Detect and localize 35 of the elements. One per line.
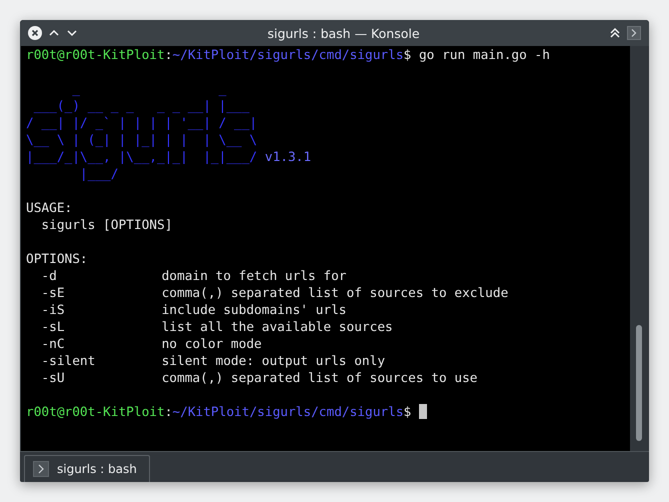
ascii-art-line: _ _: [71, 82, 226, 97]
ascii-art-line: / __| |/ _` | | | | '__| / __|: [26, 116, 258, 131]
terminal-tab[interactable]: sigurls : bash: [24, 455, 150, 482]
option-name: -silent: [41, 354, 96, 369]
option-name: -sE: [41, 286, 65, 301]
ascii-art-line: ___(_) __ _ _ _ _ __| |___: [32, 99, 250, 114]
command-line: r00t@r00t-KitPloit:~/KitPloit/sigurls/cmd/sigurls$ go run main.go -h: [26, 47, 551, 64]
prompt-line: r00t@r00t-KitPloit:~/KitPloit/sigurls/cmd/sigurls$: [26, 405, 412, 420]
window-title: sigurls : bash — Konsole: [266, 26, 421, 40]
scrollbar-thumb[interactable]: [636, 325, 642, 441]
option-name: -sU: [41, 371, 65, 386]
usage-text: sigurls [OPTIONS]: [41, 218, 172, 233]
options-heading: OPTIONS:: [26, 251, 89, 268]
version-text: v1.3.1: [264, 150, 312, 165]
option-description: domain to fetch urls for: [162, 268, 346, 285]
double-caret-up-icon[interactable]: [609, 27, 621, 39]
ascii-art-line: \__ \ | (_| | |_| | | | \__ \: [26, 133, 258, 148]
option-description: include subdomains' urls: [162, 302, 346, 319]
option-description: list all the available sources: [162, 319, 393, 336]
scrollbar[interactable]: [630, 46, 648, 451]
close-icon[interactable]: [28, 26, 42, 40]
option-name: -d: [41, 269, 57, 284]
option-description: silent mode: output urls only: [162, 353, 386, 370]
ascii-art-line: |___/: [78, 167, 118, 182]
usage-heading: USAGE:: [26, 200, 74, 217]
option-description: no color mode: [162, 336, 262, 353]
option-description: comma(,) separated list of sources to use: [162, 370, 478, 387]
ascii-art-line: |___/_|\__, |\__,_|_| |_|___/: [26, 150, 258, 165]
option-description: comma(,) separated list of sources to exclude: [162, 285, 508, 302]
option-name: -iS: [41, 303, 65, 318]
option-name: -nC: [41, 337, 65, 352]
terminal-prompt-icon: [33, 461, 49, 477]
option-name: -sL: [41, 320, 65, 335]
text-cursor: [418, 404, 427, 419]
terminal-prompt-icon[interactable]: [627, 26, 641, 40]
